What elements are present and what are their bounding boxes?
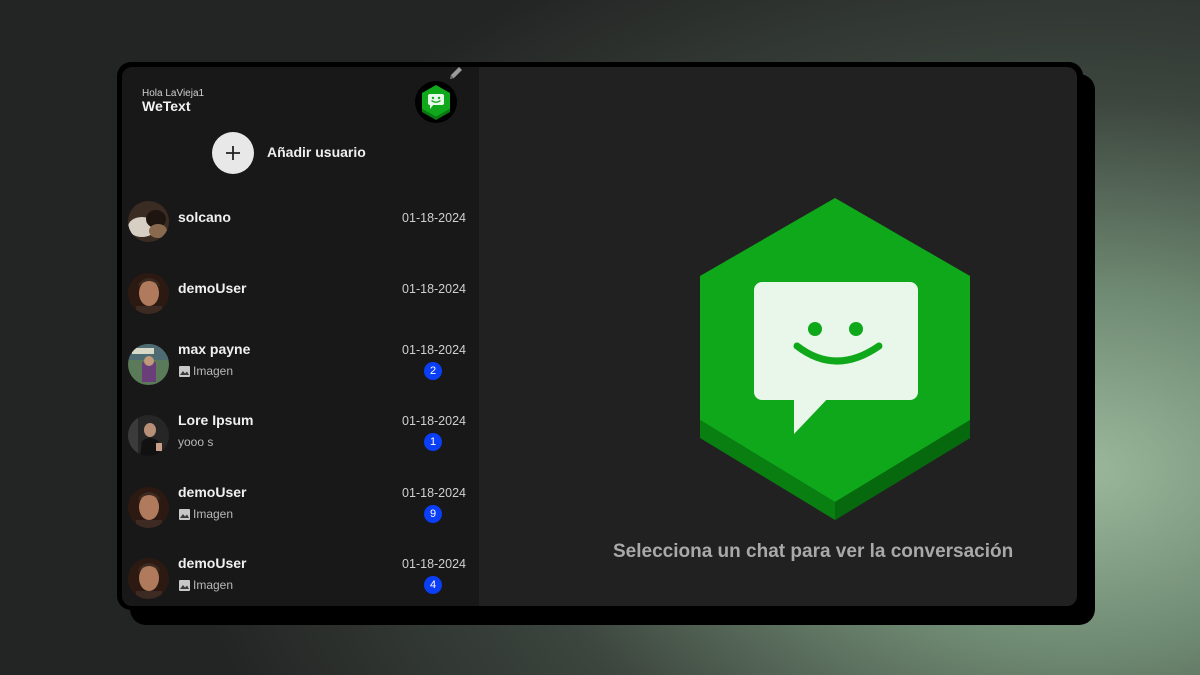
chat-date: 01-18-2024 [402,414,466,428]
chat-date: 01-18-2024 [402,557,466,571]
sidebar: Hola LaVieja1 WeText Añadir usuario solc… [122,67,479,606]
chat-name: max payne [178,341,251,357]
chat-date: 01-18-2024 [402,343,466,357]
avatar [128,487,169,528]
chat-name: demoUser [178,280,247,296]
chat-list-item[interactable]: demoUser 01-18-2024 Imagen 9 [122,481,479,541]
image-icon [179,365,190,377]
chat-preview: Imagen [178,364,233,378]
app-logo-icon [415,81,457,123]
image-icon [179,508,190,520]
unread-badge: 4 [424,576,442,594]
chat-name: solcano [178,209,231,225]
chat-name: demoUser [178,484,247,500]
unread-badge: 9 [424,505,442,523]
add-user-label[interactable]: Añadir usuario [267,144,366,160]
chat-preview-text: Imagen [193,578,234,592]
avatar [128,415,169,456]
image-icon [179,579,190,591]
unread-badge: 2 [424,362,442,380]
chat-preview-text: Imagen [193,507,234,521]
chat-preview-text: Imagen [193,364,234,378]
avatar [128,558,169,599]
chat-preview: Imagen [178,578,233,592]
unread-badge: 1 [424,433,442,451]
chat-name: Lore Ipsum [178,412,254,428]
chat-preview: yooo s [178,435,213,449]
chat-preview-text: yooo s [178,435,214,449]
chat-date: 01-18-2024 [402,282,466,296]
chat-date: 01-18-2024 [402,486,466,500]
app-window: Hola LaVieja1 WeText Añadir usuario solc… [117,62,1083,610]
avatar [128,344,169,385]
chat-list-item[interactable]: max payne 01-18-2024 Imagen 2 [122,338,479,398]
chat-name: demoUser [178,555,247,571]
chat-list-item[interactable]: demoUser 01-18-2024 Imagen 4 [122,552,479,606]
chat-hexagon-logo-icon [700,198,970,520]
pencil-icon[interactable] [448,67,464,81]
chat-list-item[interactable]: solcano 01-18-2024 [122,195,479,255]
avatar [128,201,169,242]
avatar [128,273,169,314]
chat-preview: Imagen [178,507,233,521]
add-user-button[interactable] [212,132,254,174]
chat-date: 01-18-2024 [402,211,466,225]
conversation-panel: Selecciona un chat para ver la conversac… [479,67,1077,606]
app-title: WeText [142,98,191,114]
chat-list-item[interactable]: Lore Ipsum 01-18-2024 yooo s 1 [122,409,479,469]
plus-icon [226,146,240,160]
chat-list-item[interactable]: demoUser 01-18-2024 [122,267,479,327]
empty-state-text: Selecciona un chat para ver la conversac… [613,541,1014,562]
